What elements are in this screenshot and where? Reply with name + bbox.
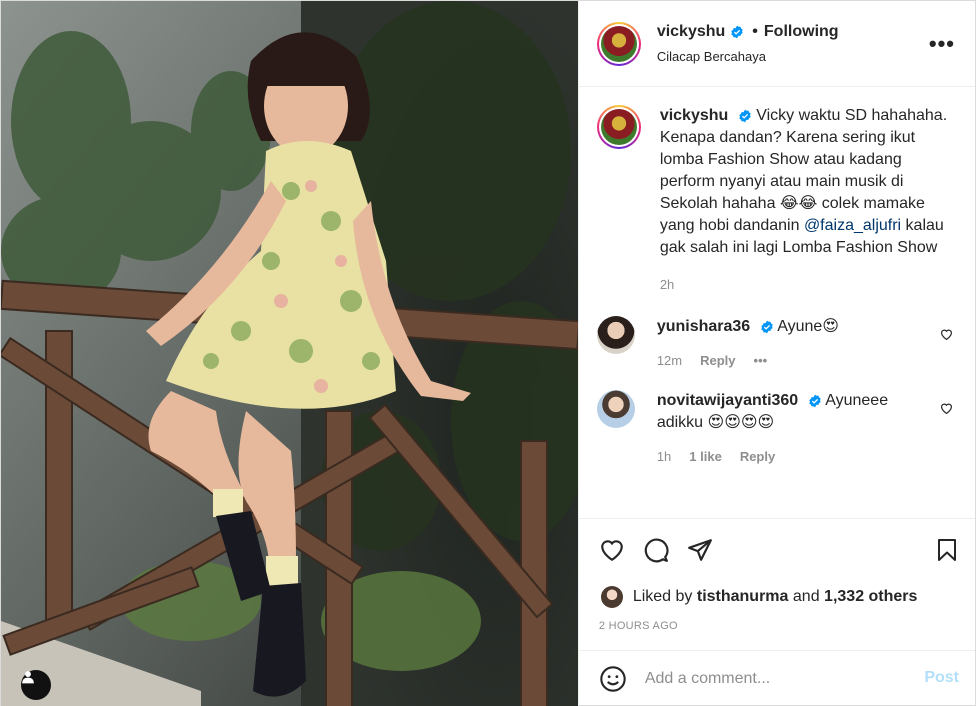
photo-illustration (1, 1, 578, 706)
comment-item: novitawijayanti360 Ayuneee adikku 😍😍😍😍 1… (596, 390, 959, 468)
liker-username[interactable]: tisthanurma (697, 588, 789, 606)
comment-time: 12m (656, 353, 683, 368)
comment-time: 1h (656, 449, 672, 464)
emoji-smiley-icon[interactable] (599, 665, 627, 693)
commenter-avatar[interactable] (596, 390, 635, 428)
verified-badge-icon (760, 320, 773, 334)
verified-badge-icon (739, 109, 751, 123)
verified-badge-icon (808, 394, 821, 408)
reply-button[interactable]: Reply (700, 350, 735, 372)
author-avatar[interactable] (596, 21, 641, 66)
comment-bubble-icon[interactable] (643, 537, 669, 563)
comments-area[interactable]: vickyshu Vicky waktu SD hahahaha. Kenapa… (579, 87, 975, 518)
post-header: vickyshu • Following Cilacap Bercahaya •… (578, 1, 975, 87)
caption-mention-link[interactable]: @faiza_aljufri (804, 217, 901, 234)
caption-username[interactable]: vickyshu (660, 107, 728, 124)
location-link[interactable]: Cilacap Bercahaya (657, 49, 839, 64)
save-bookmark-icon[interactable] (935, 537, 959, 563)
commenter-username[interactable]: novitawijayanti360 (657, 392, 798, 409)
like-comment-heart-icon[interactable] (940, 402, 953, 415)
add-comment-bar: Post (578, 650, 975, 706)
caption-author-avatar[interactable] (596, 105, 641, 149)
following-button[interactable]: Following (764, 23, 839, 41)
more-options-button[interactable]: ••• (929, 31, 955, 57)
comment-item: yunishara36 Ayune😍 12m Reply ••• (596, 316, 959, 372)
likes-and-label: and (792, 588, 820, 605)
instagram-post-modal: vickyshu • Following Cilacap Bercahaya •… (0, 0, 976, 706)
post-timestamp[interactable]: 2 HOURS AGO (579, 620, 975, 650)
post-photo[interactable] (1, 1, 578, 706)
tagged-people-button[interactable] (21, 670, 51, 700)
liker-avatar[interactable] (600, 586, 623, 608)
reply-button[interactable]: Reply (740, 446, 775, 468)
author-username[interactable]: vickyshu (657, 23, 725, 41)
caption-text: Vicky waktu SD hahahaha. Kenapa dandan? … (659, 107, 948, 234)
comment-options-button[interactable]: ••• (754, 350, 768, 372)
likes-summary: Liked by tisthanurma and 1,332 others (579, 580, 975, 614)
likes-others-link[interactable]: 1,332 others (824, 588, 917, 606)
caption-time: 2h (659, 277, 675, 292)
person-icon (22, 671, 34, 684)
caption: vickyshu Vicky waktu SD hahahaha. Kenapa… (596, 105, 959, 296)
liked-by-label: Liked by (632, 588, 693, 605)
share-paper-plane-icon[interactable] (687, 537, 713, 563)
like-comment-heart-icon[interactable] (940, 328, 953, 341)
commenter-avatar[interactable] (596, 316, 635, 354)
post-details-panel: vickyshu • Following Cilacap Bercahaya •… (577, 1, 975, 706)
comment-text: Ayune😍 (777, 318, 839, 335)
comment-likes-count[interactable]: 1 like (689, 446, 722, 468)
add-comment-input[interactable] (644, 670, 905, 688)
commenter-username[interactable]: yunishara36 (657, 318, 750, 335)
post-actions-bar (578, 518, 975, 580)
like-heart-icon[interactable] (599, 537, 625, 563)
verified-badge-icon (731, 25, 743, 39)
post-comment-button[interactable]: Post (924, 669, 959, 687)
